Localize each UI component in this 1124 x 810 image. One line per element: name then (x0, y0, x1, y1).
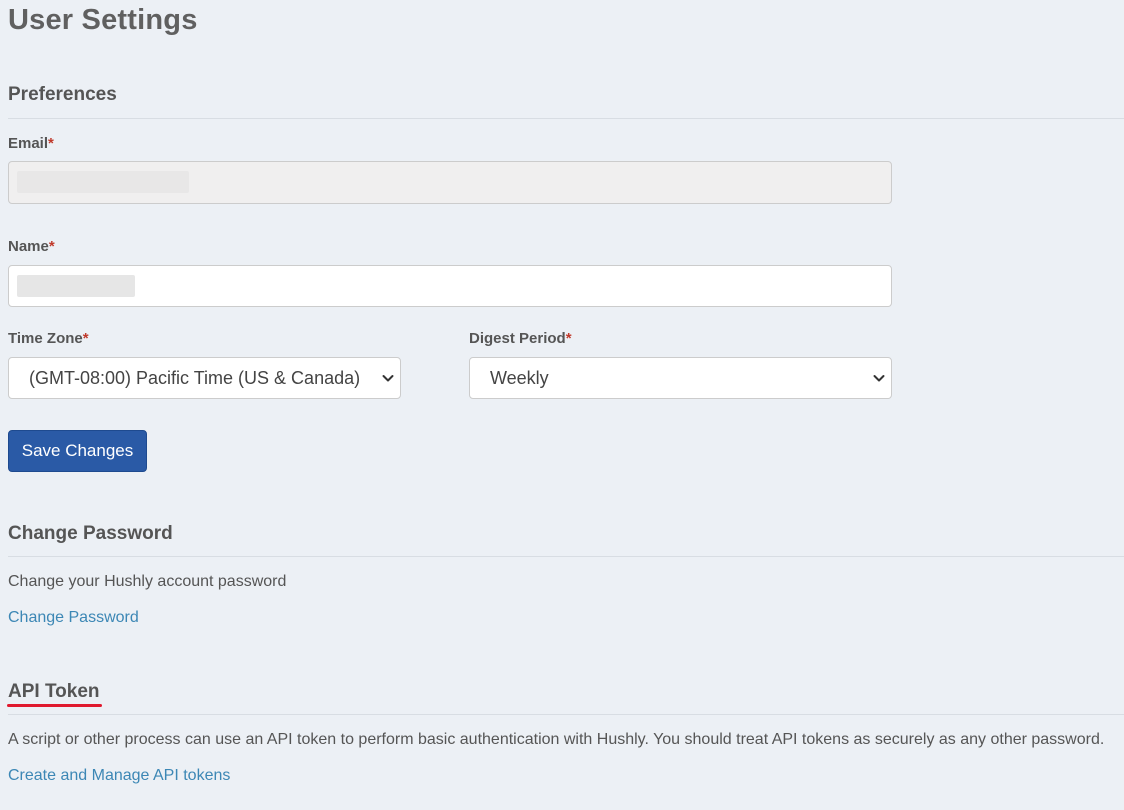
preferences-heading: Preferences (8, 84, 117, 105)
required-mark: * (48, 238, 55, 255)
required-mark: * (565, 330, 572, 347)
digest-period-label-text: Digest Period (469, 330, 566, 347)
time-zone-selected-value: (GMT-08:00) Pacific Time (US & Canada) (29, 368, 361, 388)
annotation-underline (7, 704, 102, 707)
name-field-redacted-value (17, 275, 135, 297)
api-token-divider (8, 714, 1124, 715)
email-field-redacted-value (17, 171, 189, 193)
change-password-divider (8, 556, 1124, 557)
email-field[interactable] (8, 161, 892, 204)
required-mark: * (48, 135, 54, 152)
save-changes-button[interactable]: Save Changes (8, 430, 147, 472)
email-label-text: Email (8, 135, 49, 152)
change-password-description: Change your Hushly account password (8, 573, 287, 590)
time-zone-select[interactable]: (GMT-08:00) Pacific Time (US & Canada) (8, 357, 401, 399)
create-manage-api-tokens-link[interactable]: Create and Manage API tokens (8, 767, 230, 785)
time-zone-label-text: Time Zone (8, 330, 83, 347)
chevron-down-icon (382, 375, 394, 382)
name-label-text: Name (8, 238, 49, 255)
name-label: Name* (8, 238, 55, 255)
api-token-heading: API Token (8, 681, 100, 702)
chevron-down-icon (873, 375, 885, 382)
time-zone-label: Time Zone* (8, 330, 89, 347)
preferences-divider (8, 118, 1124, 119)
name-field[interactable] (8, 265, 892, 307)
digest-period-selected-value: Weekly (490, 368, 549, 388)
required-mark: * (82, 330, 89, 347)
page-title: User Settings (8, 4, 198, 36)
change-password-heading: Change Password (8, 523, 173, 544)
digest-period-label: Digest Period* (469, 330, 572, 347)
api-token-description: A script or other process can use an API… (8, 731, 1105, 748)
email-label: Email* (8, 135, 54, 152)
digest-period-select[interactable]: Weekly (469, 357, 892, 399)
change-password-link[interactable]: Change Password (8, 609, 139, 627)
